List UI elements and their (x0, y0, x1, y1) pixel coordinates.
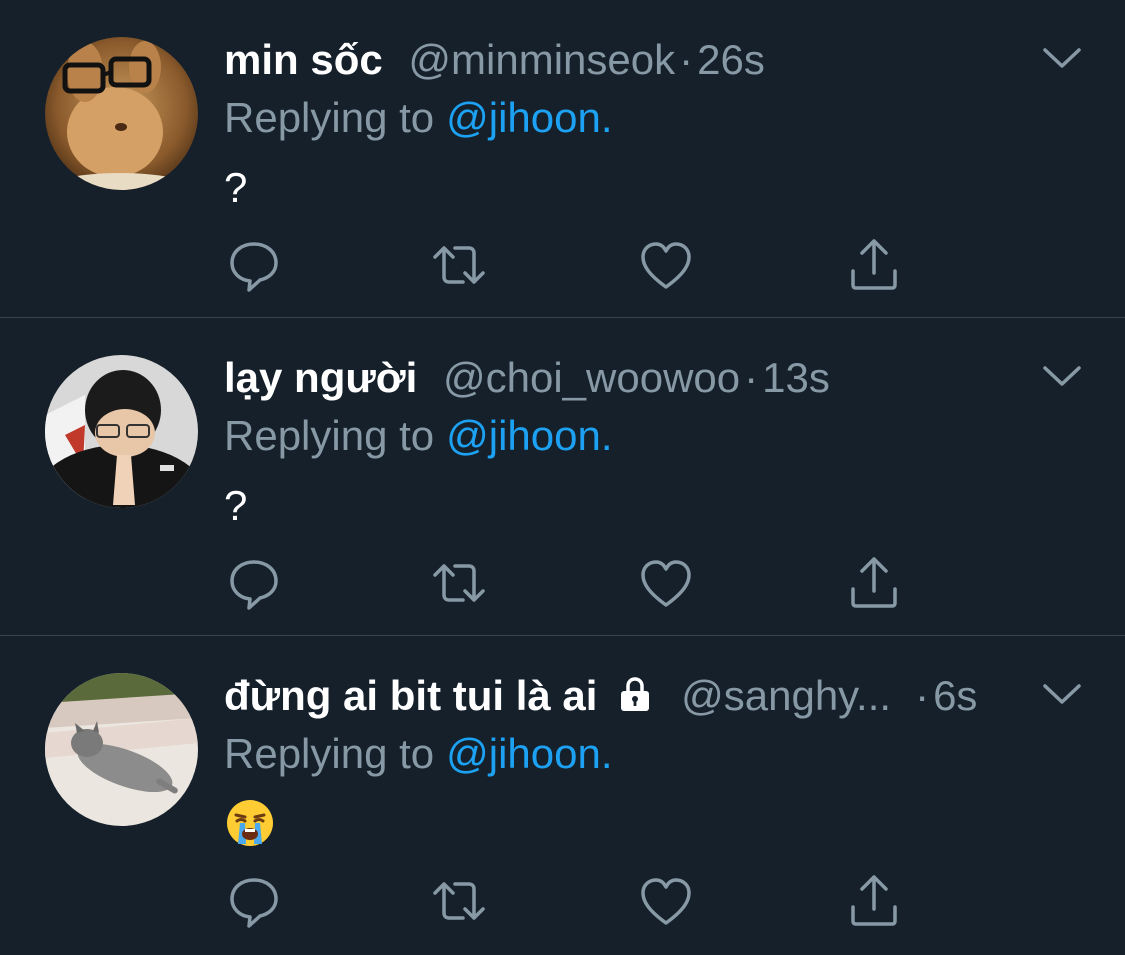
reply-icon (230, 878, 278, 928)
timestamp[interactable]: 6s (933, 672, 977, 719)
replying-to: Replying to @jihoon. (224, 408, 613, 464)
display-name[interactable]: đừng ai bit tui là ai (224, 672, 597, 719)
retweet-icon (433, 882, 485, 920)
share-icon (851, 557, 897, 608)
heart-icon (641, 878, 691, 925)
retweet-button[interactable] (429, 871, 489, 931)
heart-icon (641, 242, 691, 289)
chevron-down-icon[interactable] (1040, 360, 1084, 390)
display-name[interactable]: lạy người (224, 354, 417, 401)
tweet-header: lạy người @choi_woowoo·13s (224, 348, 830, 408)
heart-icon (641, 560, 691, 607)
chevron-down-icon[interactable] (1040, 678, 1084, 708)
retweet-button[interactable] (429, 553, 489, 613)
tweet[interactable]: min sốc @minminseok·26s Replying to @jiho… (0, 0, 1125, 318)
user-handle[interactable]: @choi_woowoo (443, 354, 740, 401)
retweet-icon (433, 564, 485, 602)
replying-to: Replying to @jihoon. (224, 90, 613, 146)
reply-button[interactable] (224, 553, 284, 613)
praying-person-avatar (45, 355, 198, 508)
retweet-icon (433, 246, 485, 284)
glasses-bunny-avatar (45, 37, 198, 190)
reply-timeline: min sốc @minminseok·26s Replying to @jiho… (0, 0, 1125, 955)
user-handle[interactable]: @minminseok (408, 36, 675, 83)
timestamp[interactable]: 26s (697, 36, 765, 83)
mention-link[interactable]: @jihoon. (446, 730, 612, 777)
separator-dot: · (744, 354, 759, 401)
reply-icon (230, 242, 278, 292)
mention-link[interactable]: @jihoon. (446, 94, 612, 141)
tweet-text: ? (224, 164, 248, 211)
share-button[interactable] (844, 871, 904, 931)
tweet-header: đừng ai bit tui là ai @sanghy... ·6s (224, 666, 977, 726)
tweet-actions (224, 553, 924, 613)
tweet-actions (224, 235, 924, 295)
avatar[interactable] (45, 37, 198, 190)
replying-to: Replying to @jihoon. (224, 726, 613, 782)
tweet[interactable]: lạy người @choi_woowoo·13s Replying to @j… (0, 318, 1125, 636)
share-icon (851, 875, 897, 926)
lock-icon (621, 677, 650, 711)
display-name[interactable]: min sốc (224, 36, 383, 83)
tweet[interactable]: đừng ai bit tui là ai @sanghy... ·6s Repl… (0, 636, 1125, 955)
tweet-actions (224, 871, 924, 931)
replying-label: Replying to (224, 730, 435, 777)
tweet-text (224, 796, 276, 862)
like-button[interactable] (636, 871, 696, 931)
share-button[interactable] (844, 553, 904, 613)
user-handle[interactable]: @sanghy... (681, 672, 891, 719)
separator-dot: · (915, 672, 930, 719)
like-button[interactable] (636, 235, 696, 295)
avatar[interactable] (45, 355, 198, 508)
like-button[interactable] (636, 553, 696, 613)
tweet-header: min sốc @minminseok·26s (224, 30, 765, 90)
loudly-crying-face-emoji (227, 800, 273, 846)
retweet-button[interactable] (429, 235, 489, 295)
share-button[interactable] (844, 235, 904, 295)
timestamp[interactable]: 13s (762, 354, 830, 401)
replying-label: Replying to (224, 94, 435, 141)
mention-link[interactable]: @jihoon. (446, 412, 612, 459)
reply-icon (230, 560, 278, 610)
separator-dot: · (679, 36, 694, 83)
replying-label: Replying to (224, 412, 435, 459)
share-icon (851, 239, 897, 290)
reply-button[interactable] (224, 235, 284, 295)
chevron-down-icon[interactable] (1040, 42, 1084, 72)
reply-button[interactable] (224, 871, 284, 931)
tweet-text: ? (224, 482, 248, 529)
avatar[interactable] (45, 673, 198, 826)
sleeping-kitten-avatar (45, 673, 198, 826)
